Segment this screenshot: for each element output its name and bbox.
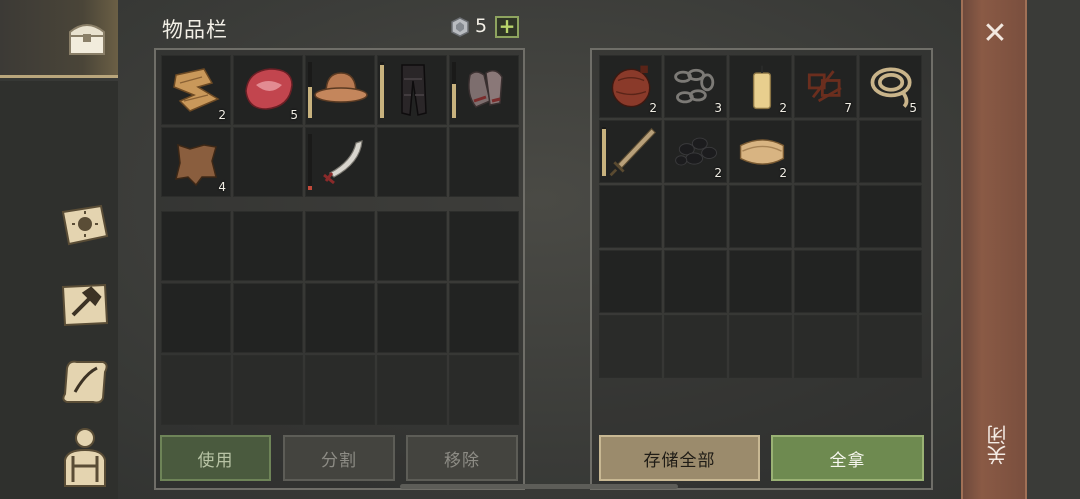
storage-slot-empty[interactable] [664, 185, 727, 248]
storage-slot-locked [859, 315, 922, 378]
backpack-slot-locked [233, 355, 303, 425]
inventory-slot-raw-meat[interactable]: 5 [233, 55, 303, 125]
storage-slot-sword[interactable] [599, 120, 662, 183]
remove-button[interactable]: 移除 [406, 435, 518, 481]
close-panel[interactable]: ✕ 关闭 [961, 0, 1027, 499]
item-count: 4 [218, 180, 226, 194]
storage-slot-cloth-bolt[interactable]: 2 [729, 120, 792, 183]
inventory-slot-iron-helmet[interactable] [305, 55, 375, 125]
backpack-slot-locked [377, 355, 447, 425]
item-count: 2 [649, 101, 657, 115]
storage-slot-empty[interactable] [599, 250, 662, 313]
inventory-slot-empty[interactable] [449, 127, 519, 197]
storage-slot-coal[interactable]: 2 [664, 120, 727, 183]
storage-slot-empty[interactable] [664, 250, 727, 313]
iron-helmet-icon [314, 72, 368, 103]
backpack-slot[interactable] [161, 211, 231, 281]
storage-slot-empty[interactable] [729, 185, 792, 248]
backpack-slot[interactable] [449, 211, 519, 281]
chest-icon [58, 8, 116, 66]
backpack-slot[interactable] [377, 283, 447, 353]
item-count: 2 [779, 166, 787, 180]
sun-book-icon[interactable] [56, 196, 114, 254]
page-title: 物品栏 [162, 18, 228, 42]
scimitar-icon [323, 140, 363, 185]
sidebar [0, 0, 118, 499]
scroll-indicator [400, 484, 678, 489]
inventory-slot-leather-pants[interactable] [377, 55, 447, 125]
storage-slot-locked [729, 315, 792, 378]
storage-slot-locked [794, 315, 857, 378]
storage-slot-rusty-scrap[interactable]: 7 [794, 55, 857, 118]
gem-count: 5 [475, 15, 488, 37]
use-button[interactable]: 使用 [160, 435, 271, 481]
backpack-slot[interactable] [305, 283, 375, 353]
inventory-backpack-grid [161, 211, 519, 425]
backpack-slot[interactable] [233, 283, 303, 353]
quill-scroll-icon[interactable] [56, 352, 114, 410]
inventory-slot-animal-hide[interactable]: 4 [161, 127, 231, 197]
sidebar-active-tab[interactable] [0, 0, 118, 78]
item-count: 2 [714, 166, 722, 180]
storage-slot-locked [599, 315, 662, 378]
take-all-button[interactable]: 全拿 [771, 435, 924, 481]
storage-slot-iron-chain[interactable]: 3 [664, 55, 727, 118]
inventory-slot-empty[interactable] [377, 127, 447, 197]
backpack-slot[interactable] [377, 211, 447, 281]
storage-slot-empty[interactable] [859, 185, 922, 248]
close-icon[interactable]: ✕ [977, 18, 1013, 50]
character-icon[interactable] [56, 428, 114, 487]
storage-slot-rope[interactable]: 5 [859, 55, 922, 118]
storage-slot-empty[interactable] [599, 185, 662, 248]
backpack-slot-locked [305, 355, 375, 425]
backpack-slot[interactable] [449, 283, 519, 353]
add-gems-button[interactable]: + [495, 16, 519, 38]
gem-icon [451, 17, 469, 37]
storage-slot-empty[interactable] [794, 250, 857, 313]
close-label: 关闭 [986, 425, 1010, 465]
storage-grid: 2 3 2 7 5 2 2 [599, 55, 922, 443]
backpack-slot-locked [449, 355, 519, 425]
split-button[interactable]: 分割 [283, 435, 395, 481]
backpack-slot[interactable] [305, 211, 375, 281]
inventory-slot-scimitar[interactable] [305, 127, 375, 197]
storage-slot-locked [664, 315, 727, 378]
storage-slot-empty[interactable] [794, 185, 857, 248]
item-count: 7 [844, 101, 852, 115]
backpack-slot-locked [161, 355, 231, 425]
backpack-slot[interactable] [161, 283, 231, 353]
chainmail-gloves-icon [468, 70, 503, 108]
storage-slot-leather-flask[interactable]: 2 [599, 55, 662, 118]
item-count: 2 [779, 101, 787, 115]
leather-pants-icon [401, 64, 427, 116]
storage-slot-candle[interactable]: 2 [729, 55, 792, 118]
inventory-slot-cloth-scraps[interactable]: 2 [161, 55, 231, 125]
inventory-equipped-grid: 2 5 4 [161, 55, 519, 197]
storage-slot-empty[interactable] [729, 250, 792, 313]
item-count: 2 [218, 108, 226, 122]
right-edge [1027, 0, 1080, 499]
storage-slot-empty[interactable] [859, 120, 922, 183]
backpack-slot[interactable] [233, 211, 303, 281]
inventory-slot-chainmail-gloves[interactable] [449, 55, 519, 125]
inventory-slot-empty[interactable] [233, 127, 303, 197]
hammer-map-icon[interactable] [56, 275, 114, 333]
item-count: 5 [909, 101, 917, 115]
storage-slot-empty[interactable] [859, 250, 922, 313]
storage-slot-empty[interactable] [794, 120, 857, 183]
item-count: 3 [714, 101, 722, 115]
store-all-button[interactable]: 存储全部 [599, 435, 760, 481]
item-count: 5 [290, 108, 298, 122]
sword-icon [609, 127, 657, 177]
